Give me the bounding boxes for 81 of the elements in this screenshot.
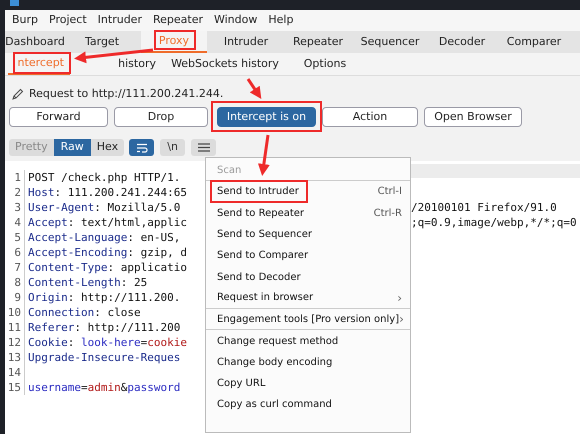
menu-button[interactable] — [191, 139, 216, 156]
submenu-arrow: › — [399, 311, 404, 328]
tab[interactable]: Repeater — [285, 31, 351, 53]
menu-icon — [198, 143, 210, 152]
line-number: 12 — [5, 335, 25, 350]
menu-item[interactable]: Help — [263, 12, 298, 29]
tab[interactable]: Dashboard — [7, 31, 63, 53]
line-number: 10 — [5, 305, 25, 320]
wrap-toggle[interactable] — [129, 139, 154, 156]
tab[interactable]: Target — [69, 31, 135, 53]
line-number: 9 — [5, 290, 25, 305]
menu-item[interactable]: Copy as curl command — [206, 394, 410, 416]
code-line: Accept-Encoding: gzip, d — [28, 245, 187, 260]
sub-tab[interactable]: WebSockets history — [160, 53, 290, 75]
action-button[interactable]: Drop — [114, 107, 208, 127]
newline-toggle[interactable]: \n — [160, 139, 186, 156]
menu-item[interactable]: Copy URL — [206, 372, 410, 394]
sub-tab[interactable]: history — [70, 53, 160, 75]
view-tab[interactable]: Raw — [54, 139, 91, 156]
code-line: /20100101 Firefox/91.0 — [411, 200, 557, 215]
menu-item[interactable]: Send to Decoder — [206, 266, 410, 288]
code-line: Referer: http://111.200 — [28, 320, 180, 335]
highlight-box — [13, 52, 71, 74]
menu-item[interactable]: Intruder — [92, 12, 147, 29]
sub-tab[interactable]: Options — [290, 53, 360, 75]
menu-item[interactable]: Send to Sequencer — [206, 224, 410, 246]
code-line: Accept: text/html,applic — [28, 215, 187, 230]
line-number: 7 — [5, 260, 25, 275]
line-number: 11 — [5, 320, 25, 335]
code-line: Host: 111.200.241.244:65 — [28, 185, 187, 200]
line-number: 5 — [5, 230, 25, 245]
menu-item[interactable]: Change request method — [206, 330, 410, 352]
wrap-icon — [136, 142, 148, 152]
line-number: 2 — [5, 185, 25, 200]
code-line: Connection: close — [28, 305, 141, 320]
code-line: Origin: http://111.200. — [28, 290, 180, 305]
action-button[interactable]: Open Browser — [424, 107, 522, 127]
menu-item[interactable]: Burp — [7, 12, 44, 29]
tab[interactable]: Decoder — [429, 31, 495, 53]
menu-item[interactable]: Request in browser › — [206, 288, 410, 310]
line-number: 1 — [5, 170, 25, 185]
annotation-arrow — [258, 134, 270, 176]
submenu-arrow: › — [397, 290, 402, 307]
code-line: POST /check.php HTTP/1. — [28, 170, 180, 185]
tab[interactable]: Comparer — [501, 31, 567, 53]
action-button[interactable]: Forward — [9, 107, 108, 127]
request-title: Request to http://111.200.241.244. — [29, 86, 224, 102]
action-button[interactable]: Intercept is on — [217, 107, 316, 127]
app-icon — [10, 0, 19, 6]
tab[interactable]: Sequencer — [357, 31, 423, 53]
line-number: 4 — [5, 215, 25, 230]
highlight-box — [154, 30, 196, 50]
line-number: 6 — [5, 245, 25, 260]
line-number: 13 — [5, 350, 25, 365]
menu-item[interactable]: Send to Repeater Ctrl-R — [206, 202, 410, 224]
line-number: 3 — [5, 200, 25, 215]
code-line: ;q=0.9,image/webp,*/*;q=0 — [411, 215, 577, 230]
code-line: Upgrade-Insecure-Reques — [28, 350, 180, 365]
code-line: Content-Length: 25 — [28, 275, 148, 290]
code-line: Accept-Language: en-US, — [28, 230, 180, 245]
view-tab[interactable]: Hex — [90, 139, 124, 156]
shortcut-label: Ctrl-I — [378, 185, 402, 200]
pencil-icon — [11, 88, 24, 100]
code-line: User-Agent: Mozilla/5.0 — [28, 200, 180, 215]
shortcut-label: Ctrl-R — [374, 206, 402, 221]
menu-item[interactable]: Project — [44, 12, 92, 29]
menu-item[interactable]: Change body encoding — [206, 352, 410, 373]
menu-item[interactable]: Window — [208, 12, 262, 29]
menu-item[interactable]: Repeater — [148, 12, 208, 29]
code-line: Content-Type: applicatio — [28, 260, 187, 275]
menu-item[interactable]: Send to Comparer — [206, 245, 410, 266]
tab[interactable]: Intruder — [213, 31, 279, 53]
line-number: 14 — [5, 365, 25, 380]
code-line: Cookie: look-here=cookie — [28, 335, 187, 350]
line-number: 15 — [5, 380, 25, 395]
action-button[interactable]: Action — [322, 107, 418, 127]
line-number: 8 — [5, 275, 25, 290]
annotation-arrow — [246, 78, 262, 99]
menu-item[interactable]: Engagement tools [Pro version only]› — [206, 309, 410, 330]
code-line: username=admin&password — [28, 380, 180, 395]
menu-item[interactable]: Send to Intruder Ctrl-I — [206, 181, 410, 203]
